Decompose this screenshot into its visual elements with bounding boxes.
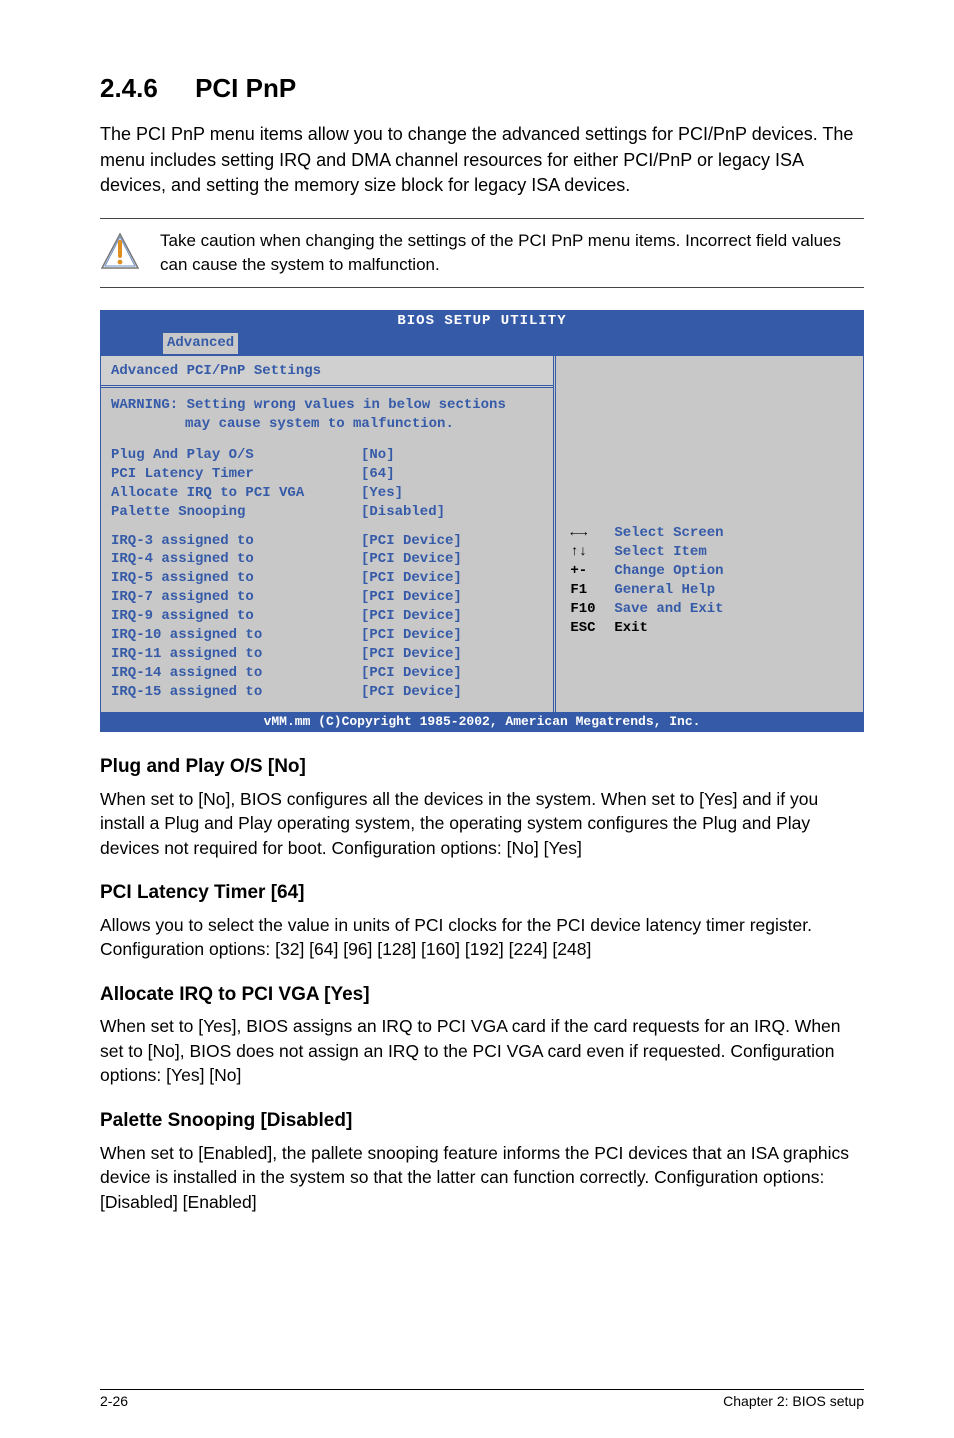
setting-label: IRQ-5 assigned to — [111, 569, 361, 588]
setting-label: IRQ-14 assigned to — [111, 664, 361, 683]
help-row: +-Change Option — [570, 562, 853, 581]
bios-irq-row[interactable]: IRQ-9 assigned to[PCI Device] — [111, 607, 543, 626]
setting-value: [PCI Device] — [361, 551, 462, 567]
help-row: ↑↓Select Item — [570, 543, 853, 562]
bios-irq-row[interactable]: IRQ-7 assigned to[PCI Device] — [111, 588, 543, 607]
setting-label: IRQ-4 assigned to — [111, 550, 361, 569]
setting-value: [PCI Device] — [361, 589, 462, 605]
help-text: Change Option — [614, 562, 723, 581]
help-key: F10 — [570, 600, 614, 619]
bios-setting-row[interactable]: Plug And Play O/S[No] — [111, 446, 543, 465]
page-footer: 2-26 Chapter 2: BIOS setup — [100, 1392, 864, 1412]
setting-value: [PCI Device] — [361, 684, 462, 700]
bios-irq-row[interactable]: IRQ-14 assigned to[PCI Device] — [111, 664, 543, 683]
bios-help-legend: ←→Select Screen↑↓Select Item+-Change Opt… — [570, 524, 853, 637]
help-key: ↑↓ — [570, 543, 614, 562]
setting-value: [Yes] — [361, 485, 403, 501]
bios-warning: WARNING: Setting wrong values in below s… — [111, 396, 543, 434]
help-key: +- — [570, 562, 614, 581]
setting-value: [PCI Device] — [361, 608, 462, 624]
subsection-heading: PCI Latency Timer [64] — [100, 880, 864, 907]
subsection-paragraph: When set to [Yes], BIOS assigns an IRQ t… — [100, 1014, 864, 1088]
bios-irq-row[interactable]: IRQ-3 assigned to[PCI Device] — [111, 532, 543, 551]
intro-paragraph: The PCI PnP menu items allow you to chan… — [100, 122, 864, 198]
setting-label: IRQ-3 assigned to — [111, 532, 361, 551]
subsection-heading: Plug and Play O/S [No] — [100, 754, 864, 781]
footer-page-number: 2-26 — [100, 1392, 128, 1412]
caution-callout: Take caution when changing the settings … — [100, 219, 864, 287]
bios-irq-row[interactable]: IRQ-4 assigned to[PCI Device] — [111, 550, 543, 569]
subsection-paragraph: When set to [Enabled], the pallete snoop… — [100, 1141, 864, 1215]
bios-irq-row[interactable]: IRQ-15 assigned to[PCI Device] — [111, 683, 543, 702]
setting-value: [PCI Device] — [361, 646, 462, 662]
setting-label: IRQ-15 assigned to — [111, 683, 361, 702]
setting-value: [Disabled] — [361, 504, 445, 520]
bios-setting-row[interactable]: Palette Snooping[Disabled] — [111, 503, 543, 522]
callout-bottom-divider — [100, 287, 864, 288]
bios-irq-row[interactable]: IRQ-11 assigned to[PCI Device] — [111, 645, 543, 664]
help-row: F10Save and Exit — [570, 600, 853, 619]
help-row: ESCExit — [570, 619, 853, 638]
setting-value: [PCI Device] — [361, 570, 462, 586]
bios-tabrow: Advanced — [101, 331, 863, 356]
section-heading: 2.4.6 PCI PnP — [100, 70, 864, 106]
heading-number: 2.4.6 — [100, 73, 158, 103]
help-text: General Help — [614, 581, 715, 600]
bios-copyright: vMM.mm (C)Copyright 1985-2002, American … — [101, 712, 863, 732]
help-text: Save and Exit — [614, 600, 723, 619]
setting-label: Plug And Play O/S — [111, 446, 361, 465]
help-text: Select Item — [614, 543, 706, 562]
setting-value: [PCI Device] — [361, 533, 462, 549]
footer-divider — [100, 1389, 864, 1390]
help-key: ←→ — [570, 524, 614, 543]
help-row: ←→Select Screen — [570, 524, 853, 543]
help-key: ESC — [570, 619, 614, 638]
bios-warning-line1: WARNING: Setting wrong values in below s… — [111, 396, 543, 415]
setting-label: IRQ-11 assigned to — [111, 645, 361, 664]
bios-setting-row[interactable]: Allocate IRQ to PCI VGA[Yes] — [111, 484, 543, 503]
setting-label: Allocate IRQ to PCI VGA — [111, 484, 361, 503]
caution-icon — [100, 232, 140, 272]
bios-title: BIOS SETUP UTILITY — [397, 313, 566, 329]
help-key: F1 — [570, 581, 614, 600]
bios-irq-settings: IRQ-3 assigned to[PCI Device]IRQ-4 assig… — [111, 532, 543, 702]
help-text: Select Screen — [614, 524, 723, 543]
subsection-paragraph: Allows you to select the value in units … — [100, 913, 864, 962]
bios-irq-row[interactable]: IRQ-10 assigned to[PCI Device] — [111, 626, 543, 645]
bios-irq-row[interactable]: IRQ-5 assigned to[PCI Device] — [111, 569, 543, 588]
bios-warning-line2: may cause system to malfunction. — [111, 415, 543, 434]
bios-section-heading: Advanced PCI/PnP Settings — [101, 356, 553, 388]
help-row: F1General Help — [570, 581, 853, 600]
footer-chapter: Chapter 2: BIOS setup — [723, 1392, 864, 1412]
subsection-heading: Palette Snooping [Disabled] — [100, 1108, 864, 1135]
bios-top-settings: Plug And Play O/S[No]PCI Latency Timer[6… — [111, 446, 543, 522]
setting-label: IRQ-7 assigned to — [111, 588, 361, 607]
setting-label: Palette Snooping — [111, 503, 361, 522]
subsection-paragraph: When set to [No], BIOS configures all th… — [100, 787, 864, 861]
bios-setting-row[interactable]: PCI Latency Timer[64] — [111, 465, 543, 484]
bios-title-bar: BIOS SETUP UTILITY — [101, 311, 863, 332]
setting-label: IRQ-10 assigned to — [111, 626, 361, 645]
setting-label: PCI Latency Timer — [111, 465, 361, 484]
heading-title: PCI PnP — [195, 73, 296, 103]
subsection-heading: Allocate IRQ to PCI VGA [Yes] — [100, 982, 864, 1009]
caution-text: Take caution when changing the settings … — [160, 229, 864, 277]
setting-value: [No] — [361, 447, 395, 463]
setting-value: [64] — [361, 466, 395, 482]
bios-tab-advanced[interactable]: Advanced — [161, 331, 240, 354]
setting-label: IRQ-9 assigned to — [111, 607, 361, 626]
help-text: Exit — [614, 619, 648, 638]
bios-setup-utility: BIOS SETUP UTILITY Advanced Advanced PCI… — [100, 310, 864, 733]
setting-value: [PCI Device] — [361, 627, 462, 643]
setting-value: [PCI Device] — [361, 665, 462, 681]
